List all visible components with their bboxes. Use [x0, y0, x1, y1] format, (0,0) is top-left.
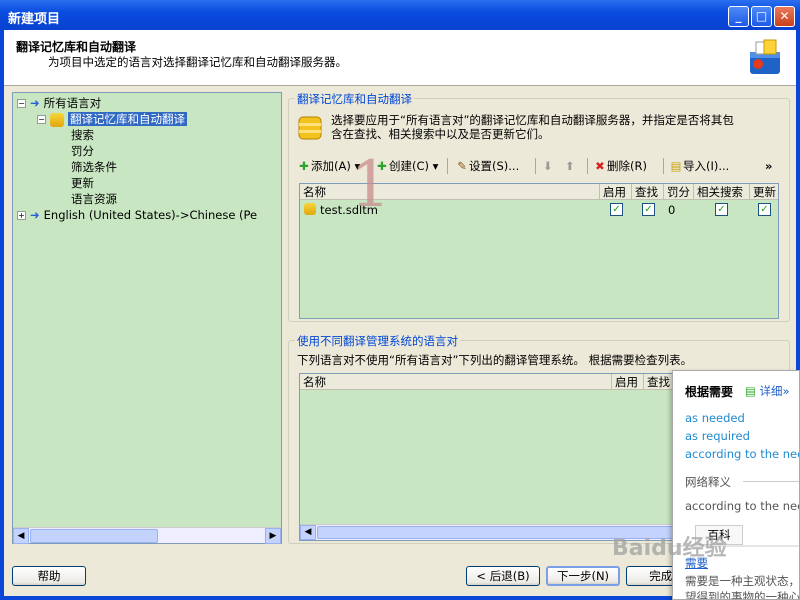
col-enabled[interactable]: 启用 [612, 374, 644, 390]
col-penalty[interactable]: 罚分 [664, 184, 694, 200]
toolbar-separator [447, 158, 448, 174]
col-name[interactable]: 名称 [300, 374, 612, 390]
maximize-button[interactable]: □ [751, 6, 772, 27]
annotation-number: 1 [350, 148, 391, 222]
other-tms-group-label: 使用不同翻译管理系统的语言对 [295, 333, 460, 349]
delete-button[interactable]: ✖ 删除(R) [593, 157, 647, 175]
import-button[interactable]: ▤ 导入(I)... [669, 157, 730, 175]
tm-description-line1: 选择要应用于“所有语言对”的翻译记忆库和自动翻译服务器，并指定是否将其包 [331, 113, 734, 127]
tree-item-en-zh[interactable]: + ➜ English (United States)->Chinese (Pe [17, 207, 257, 223]
next-button[interactable]: 下一步(N) [546, 566, 620, 586]
col-concordance[interactable]: 相关搜索 [694, 184, 750, 200]
tm-file-icon [304, 203, 316, 215]
popup-translation-3[interactable]: according to the need [685, 447, 799, 461]
col-name[interactable]: 名称 [300, 184, 600, 200]
tree-item-label: 所有语言对 [43, 96, 102, 110]
update-checkbox[interactable]: ✓ [758, 203, 771, 216]
window-title: 新建项目 [8, 12, 61, 27]
tree-item-search[interactable]: 搜索 [71, 127, 94, 143]
tree-item-filters[interactable]: 筛选条件 [71, 159, 117, 175]
toolbar-separator [587, 158, 588, 174]
edit-icon: ✎ [457, 159, 467, 173]
tree-item-language-resources[interactable]: 语言资源 [71, 191, 117, 207]
close-button[interactable]: ✕ [774, 6, 795, 27]
collapse-icon[interactable]: − [37, 115, 46, 124]
tm-description-line2: 含在查找、相关搜索中以及是否更新它们。 [331, 127, 550, 141]
popup-translation-2[interactable]: as required [685, 429, 750, 443]
col-lookup[interactable]: 查找 [632, 184, 664, 200]
toolbar-separator [663, 158, 664, 174]
minimize-button[interactable]: _ [728, 6, 749, 27]
page-title: 翻译记忆库和自动翻译 [16, 40, 137, 54]
tree-item-label: 翻译记忆库和自动翻译 [68, 112, 187, 126]
overflow-button[interactable]: » [765, 157, 772, 175]
tree-item-penalties[interactable]: 罚分 [71, 143, 94, 159]
tree-item-update[interactable]: 更新 [71, 175, 94, 191]
scroll-right-icon[interactable]: ▶ [265, 528, 281, 544]
popup-net-label: 网络释义 [685, 475, 731, 489]
new-project-logo-icon [750, 39, 780, 74]
add-note-icon: ▤ [745, 384, 756, 398]
baidu-watermark: Baidu经验 [612, 536, 727, 561]
import-icon: ▤ [670, 159, 682, 173]
wizard-header: 翻译记忆库和自动翻译 为项目中选定的语言对选择翻译记忆库和自动翻译服务器。 [4, 30, 796, 86]
concordance-checkbox[interactable]: ✓ [715, 203, 728, 216]
tree-item-all-language-pairs[interactable]: − ➜ 所有语言对 [17, 95, 101, 111]
other-tms-description: 下列语言对不使用“所有语言对”下列出的翻译管理系统。 根据需要检查列表。 [297, 353, 693, 367]
tm-database-icon [298, 116, 322, 140]
tree-horizontal-scrollbar[interactable]: ◀ ▶ [13, 527, 281, 544]
lookup-checkbox[interactable]: ✓ [642, 203, 655, 216]
col-enabled[interactable]: 启用 [600, 184, 632, 200]
popup-divider [743, 481, 799, 482]
settings-button[interactable]: ✎ 设置(S)... [455, 157, 519, 175]
tree-item-tm-and-mt[interactable]: − 翻译记忆库和自动翻译 [37, 111, 187, 127]
popup-net-value: according to the need [685, 499, 800, 513]
page-subtitle: 为项目中选定的语言对选择翻译记忆库和自动翻译服务器。 [48, 55, 347, 69]
popup-baike-text-2: 望得到的事物的一种心 [685, 590, 800, 600]
database-icon [50, 112, 64, 127]
popup-title: 根据需要 [685, 385, 734, 399]
popup-translation-1[interactable]: as needed [685, 411, 745, 425]
col-update[interactable]: 更新 [750, 184, 778, 200]
collapse-icon[interactable]: − [17, 99, 26, 108]
scroll-left-icon[interactable]: ◀ [300, 525, 316, 540]
language-pair-tree[interactable]: − ➜ 所有语言对 − 翻译记忆库和自动翻译 搜索 罚分 筛选条件 更新 语言资源 +… [12, 92, 282, 544]
move-up-icon[interactable]: ⬆ [565, 157, 575, 175]
arrow-right-icon: ➜ [30, 208, 40, 222]
popup-baike-text-1: 需要是一种主观状态， [685, 574, 800, 588]
arrow-right-icon: ➜ [30, 96, 40, 110]
help-button[interactable]: 帮助 [12, 566, 86, 586]
plus-icon: ✚ [299, 159, 309, 173]
toolbar-separator [535, 158, 536, 174]
dictionary-popup: 根据需要 ▤ 详细» as needed as required accordi… [672, 370, 800, 600]
penalty-value[interactable]: 0 [668, 202, 675, 218]
scroll-left-icon[interactable]: ◀ [13, 528, 29, 544]
back-button[interactable]: < 后退(B) [466, 566, 540, 586]
scroll-thumb[interactable] [30, 529, 158, 543]
move-down-icon[interactable]: ⬇ [543, 157, 553, 175]
tm-group-label: 翻译记忆库和自动翻译 [295, 91, 414, 107]
expand-icon[interactable]: + [17, 211, 26, 220]
delete-icon: ✖ [595, 159, 605, 173]
enabled-checkbox[interactable]: ✓ [610, 203, 623, 216]
title-bar[interactable]: 新建项目 _ □ ✕ [0, 0, 800, 30]
tree-item-label: English (United States)->Chinese (Pe [43, 208, 258, 222]
popup-detail-link[interactable]: ▤ 详细» [745, 383, 790, 399]
